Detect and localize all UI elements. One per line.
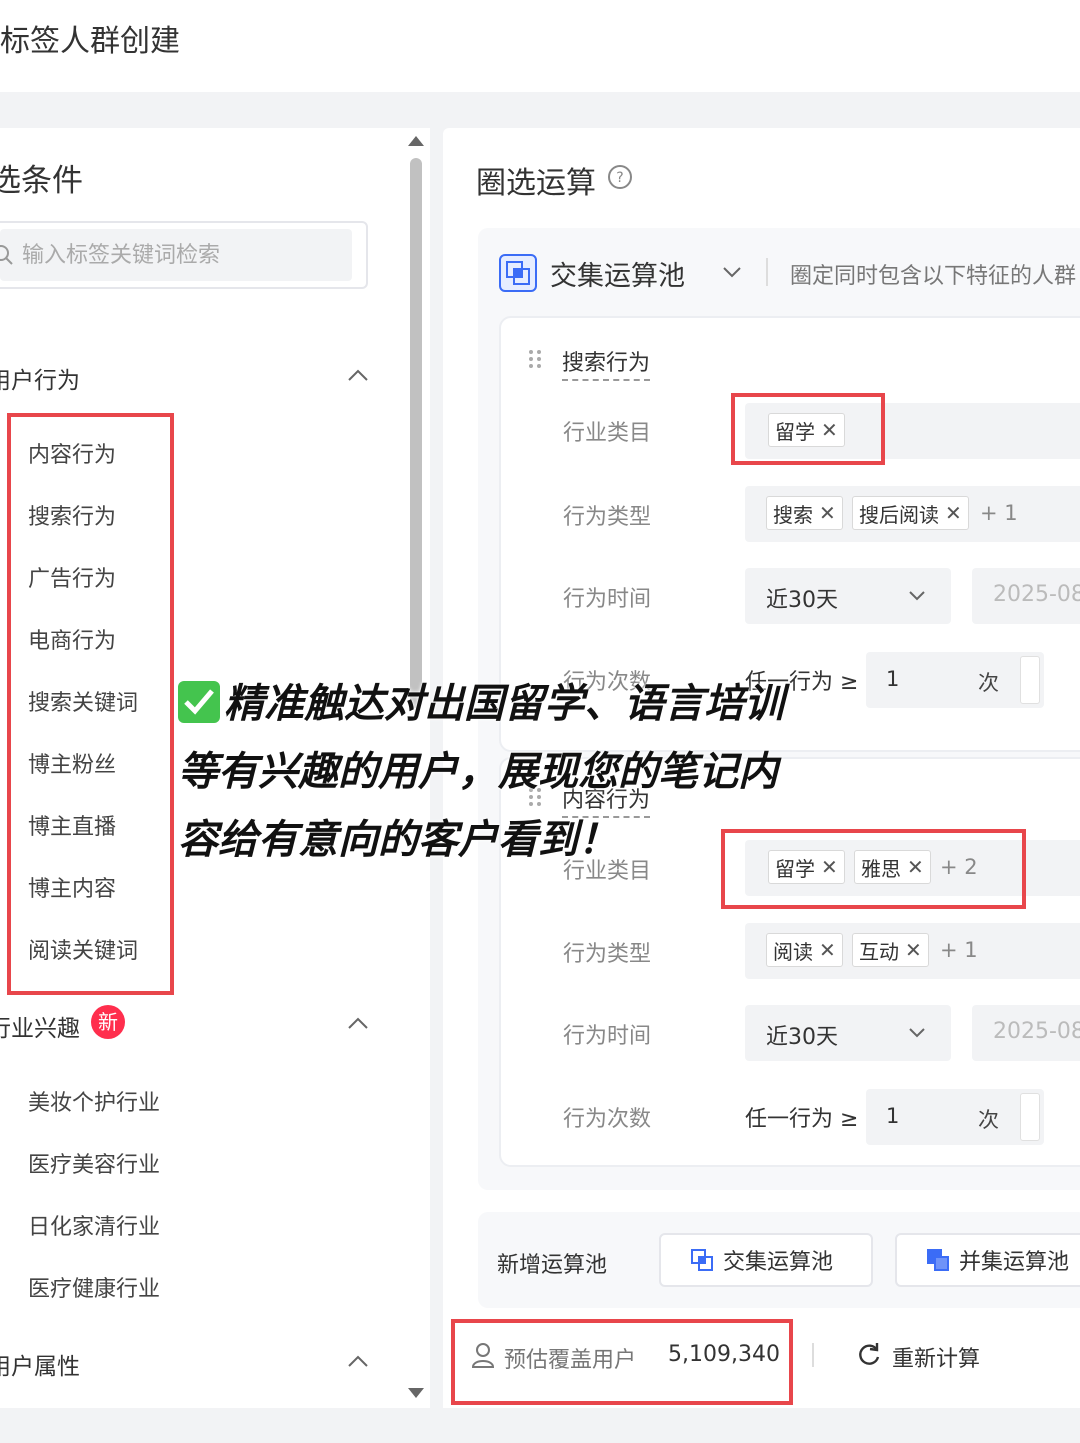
sidebar-item-blogger-fans[interactable]: 博主粉丝 — [28, 747, 116, 779]
highlight-box-estimate — [451, 1319, 793, 1405]
intersection-icon — [691, 1249, 713, 1271]
tag-label: 搜索 — [773, 502, 813, 527]
add-union-pool-button[interactable]: 并集运算池 — [895, 1233, 1080, 1287]
sidebar-item-household[interactable]: 日化家清行业 — [28, 1209, 160, 1241]
add-intersection-pool-button[interactable]: 交集运算池 — [659, 1233, 873, 1287]
behavior-count-label: 行为次数 — [563, 1107, 652, 1132]
chevron-down-icon[interactable] — [908, 590, 926, 601]
refresh-icon[interactable] — [856, 1342, 882, 1368]
date-value: 2025-08 — [993, 1019, 1080, 1044]
sidebar-item-search-behavior[interactable]: 搜索行为 — [28, 499, 116, 531]
sidebar-item-ad-behavior[interactable]: 广告行为 — [28, 561, 116, 593]
count-condition: 任一行为 ≥ — [745, 1107, 859, 1132]
chevron-up-icon[interactable] — [347, 1016, 369, 1030]
union-icon — [927, 1249, 949, 1271]
sidebar-item-medical-beauty[interactable]: 医疗美容行业 — [28, 1147, 160, 1179]
caption-line: 精准触达对出国留学、语言培训 — [224, 681, 784, 727]
behavior-time-value: 近30天 — [766, 1025, 838, 1050]
chevron-up-icon[interactable] — [347, 368, 369, 382]
tag-chip[interactable]: 搜索 ✕ — [766, 496, 843, 530]
behavior-time-label: 行为时间 — [563, 587, 652, 612]
close-icon[interactable]: ✕ — [945, 501, 962, 525]
highlight-box-industry — [731, 393, 885, 465]
chevron-down-icon[interactable] — [722, 266, 742, 278]
date-value: 2025-08 — [993, 582, 1080, 607]
help-icon[interactable]: ? — [607, 164, 633, 190]
tag-chip[interactable]: 阅读 ✕ — [766, 933, 843, 967]
count-spinner[interactable] — [1020, 1093, 1040, 1141]
tag-chip[interactable]: 互动 ✕ — [852, 933, 929, 967]
condition-panel-title: 选条件 — [0, 163, 83, 199]
page-title: 标签人群创建 — [0, 24, 180, 59]
group-industry-interest-header[interactable]: 行业兴趣 — [0, 1009, 80, 1043]
intersection-icon — [499, 254, 537, 292]
group-user-attribute-header[interactable]: 用户属性 — [0, 1347, 80, 1381]
scroll-up-arrow-icon[interactable] — [408, 136, 424, 146]
close-icon[interactable]: ✕ — [819, 938, 836, 962]
count-unit: 次 — [978, 1108, 999, 1132]
sidebar-item-health[interactable]: 医疗健康行业 — [28, 1271, 160, 1303]
pool-type-select[interactable]: 交集运算池 — [550, 254, 685, 293]
industry-label: 行业类目 — [563, 421, 652, 446]
caption-line: 等有兴趣的用户，展现您的笔记内 — [178, 749, 778, 795]
behavior-time-label: 行为时间 — [563, 1024, 652, 1049]
tag-chip[interactable]: 搜后阅读 ✕ — [852, 496, 969, 530]
close-icon[interactable]: ✕ — [819, 501, 836, 525]
behavior-type-label: 行为类型 — [563, 505, 652, 530]
count-value: 1 — [886, 1104, 900, 1128]
tag-label: 搜后阅读 — [859, 502, 939, 527]
button-label: 交集运算池 — [723, 1250, 834, 1275]
scroll-down-arrow-icon[interactable] — [408, 1388, 424, 1398]
card-title: 搜索行为 — [562, 345, 651, 381]
sidebar-item-blogger-live[interactable]: 博主直播 — [28, 809, 116, 841]
more-count: + 1 — [980, 501, 1018, 525]
count-spinner[interactable] — [1020, 656, 1040, 704]
sidebar-item-content-behavior[interactable]: 内容行为 — [28, 437, 116, 469]
promo-caption: 精准触达对出国留学、语言培训 等有兴趣的用户，展现您的笔记内 容给有意向的客户看… — [178, 670, 898, 874]
divider — [766, 258, 768, 286]
tag-search-input[interactable] — [22, 234, 342, 276]
behavior-type-label: 行为类型 — [563, 942, 652, 967]
tag-label: 互动 — [859, 939, 899, 964]
recalculate-button[interactable]: 重新计算 — [892, 1341, 980, 1373]
svg-text:?: ? — [616, 170, 623, 186]
count-unit: 次 — [978, 671, 999, 695]
new-pool-label: 新增运算池 — [497, 1253, 608, 1278]
group-user-behavior-header[interactable]: 用户行为 — [0, 361, 80, 395]
scrollbar-thumb[interactable] — [410, 158, 422, 708]
pool-description: 圈定同时包含以下特征的人群 — [790, 264, 1077, 289]
sidebar-item-ecommerce-behavior[interactable]: 电商行为 — [28, 623, 116, 655]
sidebar-item-blogger-content[interactable]: 博主内容 — [28, 871, 116, 903]
search-icon — [0, 245, 13, 265]
sidebar-item-search-keyword[interactable]: 搜索关键词 — [28, 685, 138, 717]
sidebar-item-beauty[interactable]: 美妆个护行业 — [28, 1085, 160, 1117]
sidebar-item-read-keyword[interactable]: 阅读关键词 — [28, 933, 138, 965]
operation-panel-title: 圈选运算 — [476, 166, 596, 201]
divider — [812, 1343, 814, 1367]
tag-label: 阅读 — [773, 939, 813, 964]
chevron-down-icon[interactable] — [908, 1027, 926, 1038]
check-icon — [178, 681, 220, 723]
chevron-up-icon[interactable] — [347, 1354, 369, 1368]
behavior-time-value: 近30天 — [766, 588, 838, 613]
close-icon[interactable]: ✕ — [905, 938, 922, 962]
button-label: 并集运算池 — [959, 1250, 1070, 1275]
new-badge: 新 — [91, 1005, 125, 1039]
drag-handle-icon[interactable] — [527, 348, 543, 370]
caption-line: 容给有意向的客户看到！ — [178, 817, 618, 863]
more-count: + 1 — [940, 938, 978, 962]
